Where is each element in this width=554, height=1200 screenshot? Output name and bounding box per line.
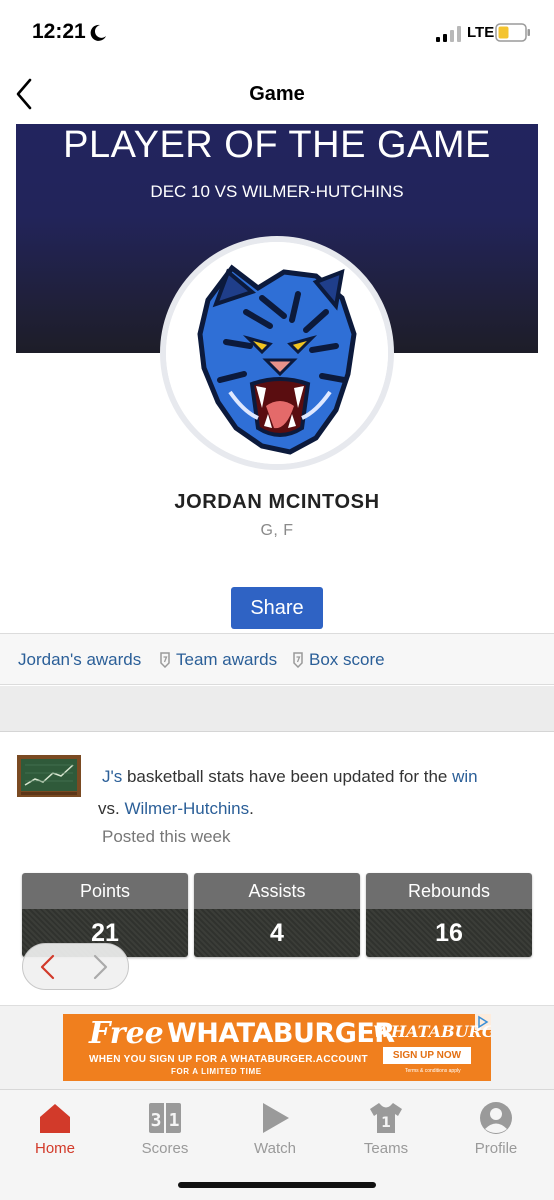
ad-subline: FOR A LIMITED TIME <box>171 1067 262 1076</box>
tab-teams[interactable]: 1 Teams <box>346 1100 426 1160</box>
status-bar: 12:21 LTE <box>0 0 554 66</box>
stat-value: 4 <box>194 909 360 957</box>
moon-icon <box>90 24 106 41</box>
svg-text:1: 1 <box>381 1115 391 1131</box>
chalkboard-chart-icon <box>17 755 81 797</box>
player-awards-link[interactable]: Jordan's awards <box>18 650 141 670</box>
feed-text-part: basketball stats have been updated for t… <box>122 767 453 786</box>
whataburger-ad-banner[interactable]: Free WHATABURGER WHEN YOU SIGN UP FOR A … <box>63 1014 491 1081</box>
player-name: JORDAN MCINTOSH <box>174 491 380 513</box>
ad-logo: WHATABURGER <box>373 1022 491 1041</box>
banner-subtitle: DEC 10 VS WILMER-HUTCHINS <box>150 182 404 201</box>
stat-rebounds: Rebounds 16 <box>366 873 532 957</box>
profile-icon <box>480 1102 512 1134</box>
play-icon <box>263 1103 289 1133</box>
tab-label: Watch <box>254 1140 296 1157</box>
signal-icon <box>436 26 461 42</box>
badge-separator-icon <box>160 652 170 668</box>
stat-label: Points <box>22 873 188 909</box>
scoreboard-icon: 3 1 <box>149 1103 181 1133</box>
game-result-link[interactable]: win <box>452 767 478 786</box>
tab-watch[interactable]: Watch <box>235 1100 315 1160</box>
status-time: 12:21 <box>32 20 86 43</box>
network-label: LTE <box>467 24 495 41</box>
jersey-icon: 1 <box>370 1103 402 1133</box>
battery-icon <box>495 23 530 42</box>
feed-text-part: vs. <box>98 799 125 818</box>
share-button[interactable]: Share <box>231 587 323 629</box>
chevron-right-icon[interactable] <box>89 953 111 981</box>
home-icon <box>40 1104 70 1133</box>
stat-value: 16 <box>366 909 532 957</box>
tab-profile[interactable]: Profile <box>456 1100 536 1160</box>
banner-title: PLAYER OF THE GAME <box>63 124 491 166</box>
tab-label: Profile <box>474 1140 518 1157</box>
ad-choices-icon[interactable] <box>475 1014 491 1030</box>
wildcat-mascot-icon <box>166 242 388 464</box>
player-link[interactable]: J's <box>102 767 122 786</box>
carousel-control <box>22 943 129 990</box>
svg-text:1: 1 <box>169 1110 180 1131</box>
opponent-link[interactable]: Wilmer-Hutchins <box>124 799 249 818</box>
home-indicator <box>178 1182 376 1188</box>
box-score-link[interactable]: Box score <box>309 650 385 670</box>
section-divider <box>0 686 554 732</box>
stat-assists: Assists 4 <box>194 873 360 957</box>
feed-timestamp: Posted this week <box>102 827 231 846</box>
tab-label: Home <box>34 1140 75 1157</box>
stat-label: Rebounds <box>366 873 532 909</box>
awards-links-bar: Jordan's awards Team awards Box score <box>0 633 554 685</box>
player-position: G, F <box>260 522 294 539</box>
tab-label: Teams <box>363 1140 409 1157</box>
team-logo-avatar <box>160 236 394 470</box>
tab-label: Scores <box>141 1140 189 1157</box>
nav-bar: Game <box>0 66 554 124</box>
ad-brand-text: WHATABURGER <box>167 1018 395 1049</box>
ad-fine-print: Terms & conditions apply <box>405 1068 461 1074</box>
ad-signup-button[interactable]: SIGN UP NOW <box>383 1047 471 1064</box>
tab-scores[interactable]: 3 1 Scores <box>125 1100 205 1160</box>
team-awards-link[interactable]: Team awards <box>176 650 277 670</box>
badge-separator-icon <box>293 652 303 668</box>
ad-free-text: Free <box>89 1016 164 1051</box>
feed-text: J's basketball stats have been updated f… <box>98 761 532 825</box>
stat-label: Assists <box>194 873 360 909</box>
ad-tagline: WHEN YOU SIGN UP FOR A WHATABURGER.ACCOU… <box>89 1054 368 1065</box>
feed-text-part: . <box>249 799 254 818</box>
tab-home[interactable]: Home <box>15 1100 95 1160</box>
svg-text:3: 3 <box>151 1110 162 1131</box>
chevron-left-icon[interactable] <box>37 953 59 981</box>
page-title: Game <box>249 83 305 105</box>
